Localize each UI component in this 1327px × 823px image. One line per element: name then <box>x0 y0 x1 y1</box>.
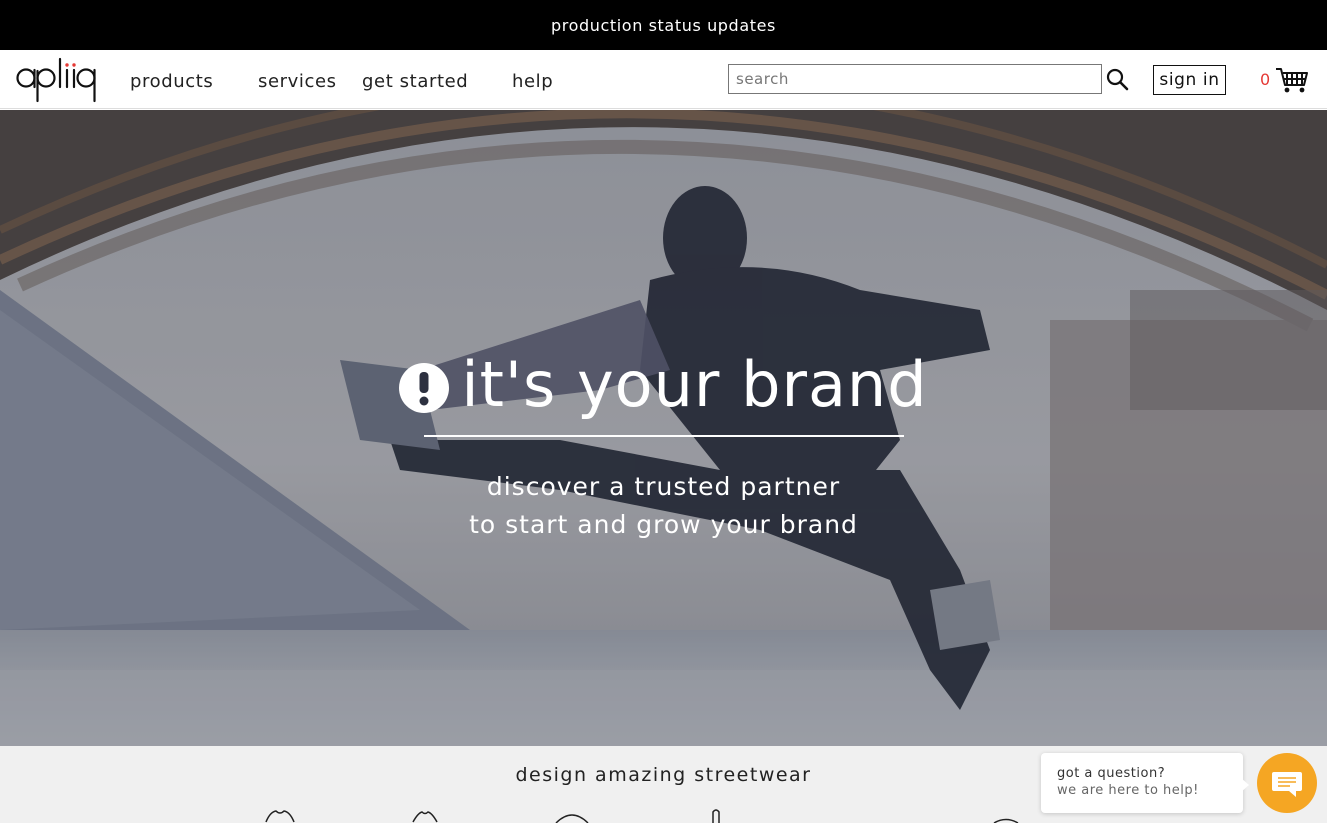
nav-services[interactable]: services <box>258 71 337 92</box>
chat-button[interactable] <box>1257 753 1317 813</box>
hero-title: it's your brand <box>0 348 1327 421</box>
site-header: products services get started help sign … <box>0 50 1327 109</box>
nav-products[interactable]: products <box>130 71 213 92</box>
chat-help-text: we are here to help! <box>1057 783 1199 798</box>
tshirt-icon[interactable] <box>262 810 298 823</box>
hat-icon[interactable] <box>553 810 591 823</box>
sign-in-button[interactable]: sign in <box>1153 65 1226 95</box>
nav-help[interactable]: help <box>512 71 553 92</box>
chat-prompt[interactable]: got a question? we are here to help! <box>1041 753 1243 813</box>
hero-subtitle-line-1: discover a trusted partner <box>486 472 841 501</box>
hero-banner: it's your brand discover a trusted partn… <box>0 110 1327 746</box>
apliiq-logo[interactable] <box>14 54 98 106</box>
chat-icon <box>1272 772 1302 797</box>
hero-image <box>0 110 1327 746</box>
hero-divider <box>424 435 904 437</box>
hero-title-text: it's your brand <box>461 348 928 421</box>
announcement-bar: production status updates <box>0 0 1327 50</box>
chat-question: got a question? <box>1057 766 1166 781</box>
hero-subtitle-line-2: to start and grow your brand <box>469 510 858 539</box>
exclamation-icon <box>399 362 450 413</box>
search-icon <box>1106 68 1129 91</box>
hoodie-icon[interactable] <box>410 810 440 823</box>
sock-icon[interactable] <box>706 808 726 823</box>
production-status-link[interactable]: production status updates <box>551 16 776 35</box>
nav-get-started[interactable]: get started <box>362 71 468 92</box>
search-button[interactable] <box>1104 67 1130 93</box>
cart-icon[interactable] <box>1275 66 1309 94</box>
cart-count[interactable]: 0 <box>1260 70 1270 89</box>
bag-icon[interactable] <box>992 816 1020 823</box>
chat-prompt-arrow <box>1241 778 1249 792</box>
search-input[interactable] <box>728 64 1102 94</box>
